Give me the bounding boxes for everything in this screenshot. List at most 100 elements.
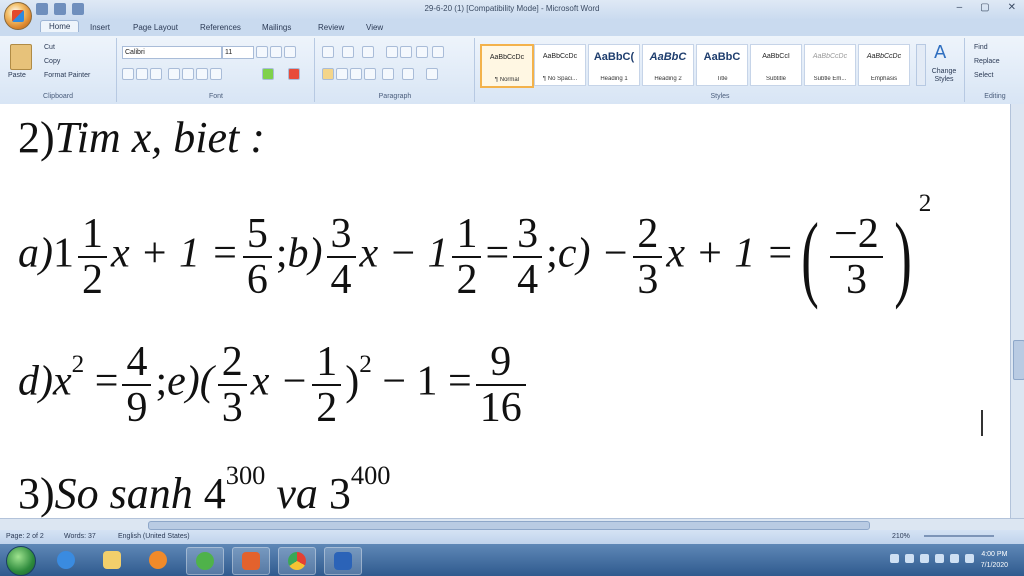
tray-icon[interactable] [890, 554, 899, 563]
eq-b-mid: x − 1 [359, 230, 449, 277]
taskbar-word[interactable] [324, 547, 362, 575]
tray-icon[interactable] [935, 554, 944, 563]
task-text: So sanh [54, 468, 193, 518]
styles-group: AaBbCcDc ¶ Normal AaBbCcDc ¶ No Spaci... A… [476, 38, 965, 102]
change-styles-button[interactable]: Change Styles [926, 68, 962, 84]
page-count[interactable]: Page: 2 of 2 [6, 533, 44, 540]
taskbar-ie[interactable] [48, 547, 84, 573]
tab-insert[interactable]: Insert [90, 23, 110, 32]
vertical-scrollbar[interactable] [1010, 104, 1024, 518]
justify-icon[interactable] [364, 68, 376, 80]
office-button[interactable] [4, 2, 32, 30]
clock-date: 7/1/2020 [980, 562, 1008, 569]
replace-button[interactable]: Replace [974, 58, 1000, 65]
style-no-spacing[interactable]: AaBbCcDc ¶ No Spaci... [534, 44, 586, 86]
tab-home[interactable]: Home [40, 20, 80, 32]
underline-icon[interactable] [150, 68, 162, 80]
system-tray [890, 554, 974, 563]
language-indicator[interactable]: English (United States) [118, 533, 190, 540]
italic-icon[interactable] [136, 68, 148, 80]
paste-icon[interactable] [10, 44, 32, 70]
eq-c-mid: x + 1 = [666, 230, 795, 277]
multilevel-list-icon[interactable] [362, 46, 374, 58]
font-group: Calibri 11 Font [118, 38, 315, 102]
clear-format-icon[interactable] [284, 46, 296, 58]
style-normal[interactable]: AaBbCcDc ¶ Normal [480, 44, 534, 88]
grow-font-icon[interactable] [256, 46, 268, 58]
tab-page-layout[interactable]: Page Layout [133, 23, 178, 32]
minimize-button[interactable]: – [957, 2, 963, 13]
eq-d-exponent: 2 [71, 351, 85, 379]
style-subtitle[interactable]: AaBbCcI Subtitle [750, 44, 802, 86]
eq-e-mid: x − [250, 358, 309, 405]
volume-icon[interactable] [965, 554, 974, 563]
shading-icon[interactable] [402, 68, 414, 80]
select-button[interactable]: Select [974, 72, 993, 79]
system-clock[interactable]: 4:00 PM 7/1/2020 [981, 549, 1008, 571]
decrease-indent-icon[interactable] [386, 46, 398, 58]
paste-button[interactable]: Paste [8, 72, 26, 79]
zoom-level[interactable]: 210% [892, 533, 910, 540]
taskbar-powerpoint[interactable] [232, 547, 270, 575]
align-right-icon[interactable] [350, 68, 362, 80]
network-icon[interactable] [950, 554, 959, 563]
close-button[interactable]: ✕ [1008, 2, 1016, 13]
font-name-box[interactable]: Calibri [122, 46, 222, 59]
document-page[interactable]: 2)Tim x, biet : a)1 1 2 x + 1 = 5 6 ;b) 3 4 x − 1… [0, 104, 1010, 518]
style-heading-2[interactable]: AaBbC Heading 2 [642, 44, 694, 86]
cut-button[interactable]: Cut [44, 44, 55, 51]
taskbar-media[interactable] [140, 547, 176, 573]
horizontal-scroll-thumb[interactable] [148, 521, 870, 530]
vertical-scroll-thumb[interactable] [1013, 340, 1024, 380]
format-painter-button[interactable]: Format Painter [44, 72, 90, 79]
font-size-box[interactable]: 11 [222, 46, 254, 59]
font-color-icon[interactable] [288, 68, 300, 80]
align-left-icon[interactable] [322, 68, 334, 80]
equations-row-2: d)x2 = 4 9 ;e)(2 3 x −1 2)2 − 1 = 9 16 [18, 340, 530, 430]
line-task-2: 2)Tim x, biet : [18, 112, 265, 163]
paragraph-label: Paragraph [378, 93, 412, 100]
tab-mailings[interactable]: Mailings [262, 23, 291, 32]
eq-a-frac-1: 12 [78, 212, 107, 302]
zoom-slider[interactable] [924, 535, 994, 537]
highlight-icon[interactable] [262, 68, 274, 80]
tray-icon[interactable] [905, 554, 914, 563]
style-emphasis[interactable]: AaBbCcDc Emphasis [858, 44, 910, 86]
align-center-icon[interactable] [336, 68, 348, 80]
bold-icon[interactable] [122, 68, 134, 80]
tab-view[interactable]: View [366, 23, 383, 32]
increase-indent-icon[interactable] [400, 46, 412, 58]
text-cursor [981, 410, 983, 436]
superscript-icon[interactable] [196, 68, 208, 80]
numbering-icon[interactable] [342, 46, 354, 58]
sort-icon[interactable] [416, 46, 428, 58]
clipboard-group: Paste Cut Copy Format Painter Clipboard [0, 38, 117, 102]
start-button[interactable] [6, 546, 36, 576]
line-spacing-icon[interactable] [382, 68, 394, 80]
styles-scroll[interactable] [916, 44, 926, 86]
strikethrough-icon[interactable] [168, 68, 180, 80]
taskbar-chrome[interactable] [278, 547, 316, 575]
task-number: 2) [18, 113, 55, 162]
find-button[interactable]: Find [974, 44, 988, 51]
change-styles-icon[interactable]: A [934, 42, 946, 63]
subscript-icon[interactable] [182, 68, 194, 80]
style-heading-1[interactable]: AaBbC(Heading 1 [588, 44, 640, 86]
word-count[interactable]: Words: 37 [64, 533, 96, 540]
style-preview: AaBbC [703, 51, 741, 63]
task-text: Tim x, biet : [54, 113, 265, 162]
tray-icon[interactable] [920, 554, 929, 563]
bullets-icon[interactable] [322, 46, 334, 58]
tab-review[interactable]: Review [318, 23, 344, 32]
shrink-font-icon[interactable] [270, 46, 282, 58]
taskbar-app-green[interactable] [186, 547, 224, 575]
maximize-button[interactable]: ▢ [980, 2, 989, 13]
taskbar-explorer[interactable] [94, 547, 130, 573]
borders-icon[interactable] [426, 68, 438, 80]
style-title[interactable]: AaBbC Title [696, 44, 748, 86]
show-marks-icon[interactable] [432, 46, 444, 58]
copy-button[interactable]: Copy [44, 58, 60, 65]
style-subtle-emphasis[interactable]: AaBbCcDc Subtle Em... [804, 44, 856, 86]
tab-references[interactable]: References [200, 23, 241, 32]
change-case-icon[interactable] [210, 68, 222, 80]
